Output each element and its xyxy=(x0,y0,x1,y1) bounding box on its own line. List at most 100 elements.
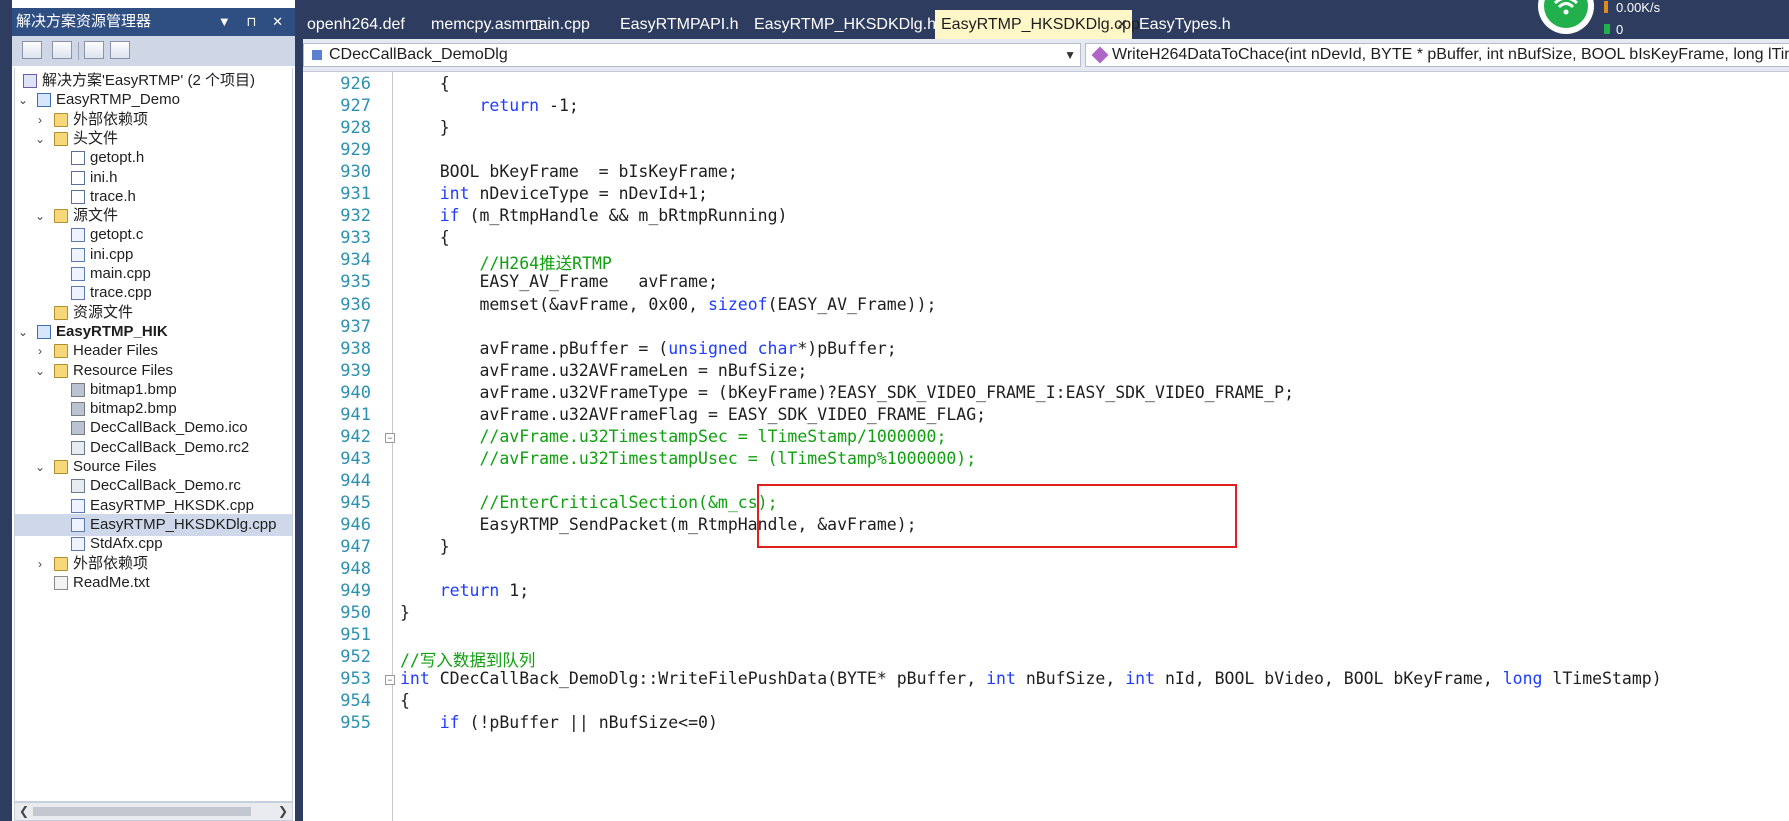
tab-label: EasyRTMPAPI.h xyxy=(620,16,739,33)
properties-icon[interactable] xyxy=(22,41,42,59)
folder-icon xyxy=(54,209,68,224)
solution-explorer-title-bar: 解决方案资源管理器 ▼ ⊓ ✕ xyxy=(12,8,295,36)
show-all-files-icon[interactable] xyxy=(52,41,72,59)
code-line[interactable]: //avFrame.u32TimestampUsec = (lTimeStamp… xyxy=(400,449,976,468)
battery-icon xyxy=(1604,24,1610,34)
code-editor[interactable]: 926 {927 return -1; 928 } 929 930 BOOL bKey… xyxy=(303,72,1789,821)
collapse-toggle-icon[interactable]: − xyxy=(385,432,395,443)
code-line[interactable]: { xyxy=(400,691,410,710)
comment-token: //写入数据到队列 xyxy=(400,651,536,671)
code-token: (m_RtmpHandle && m_bRtmpRunning) xyxy=(459,206,788,226)
line-number: 942 xyxy=(340,426,371,447)
code-line[interactable]: { xyxy=(400,228,450,247)
code-token: (!pBuffer || nBufSize<=0) xyxy=(459,713,718,733)
network-speed: 0.00K/s xyxy=(1616,0,1661,15)
code-line[interactable]: memset(&avFrame, 0x00, sizeof(EASY_AV_Fr… xyxy=(400,295,936,314)
tab-label: main.cpp xyxy=(525,16,590,33)
code-line[interactable]: //写入数据到队列 xyxy=(400,647,535,671)
code-line[interactable]: //H264推送RTMP xyxy=(400,250,611,274)
tab-easyrtmp-hksdkdlg-cpp[interactable]: EasyRTMP_HKSDKDlg.cpp ✕ xyxy=(935,10,1140,39)
panel-splitter[interactable] xyxy=(295,0,303,821)
code-line[interactable]: //avFrame.u32TimestampSec = lTimeStamp/1… xyxy=(400,427,946,446)
tree-item[interactable]: ReadMe.txt xyxy=(15,572,292,594)
view-code-icon[interactable] xyxy=(84,41,104,59)
tab-easyrtmp-hksdkdlg-h[interactable]: EasyRTMP_HKSDKDlg.h xyxy=(754,10,936,39)
code-line[interactable]: if (!pBuffer || nBufSize<=0) xyxy=(400,713,718,732)
tab-openh264-def[interactable]: openh264.def xyxy=(307,10,405,39)
navigation-bar: CDecCallBack_DemoDlg ▼ WriteH264DataToCh… xyxy=(303,39,1789,72)
code-line[interactable]: } xyxy=(400,603,410,622)
code-line[interactable]: } xyxy=(400,118,450,137)
horizontal-scrollbar[interactable]: ❮ ❯ xyxy=(14,802,293,821)
line-number: 951 xyxy=(340,625,371,646)
code-line[interactable]: BOOL bKeyFrame = bIsKeyFrame; xyxy=(400,162,738,181)
tab-main-cpp[interactable]: main.cpp xyxy=(525,10,590,39)
line-number: 926 xyxy=(340,74,371,94)
code-token: EasyRTMP_SendPacket(m_RtmpHandle, &avFra… xyxy=(400,515,917,534)
folder-icon xyxy=(54,344,68,359)
collapse-toggle-icon[interactable]: − xyxy=(385,675,395,686)
tab-easyrtmpapi-h[interactable]: EasyRTMPAPI.h xyxy=(620,10,739,39)
scrollbar-thumb[interactable] xyxy=(33,807,251,816)
tab-label: EasyRTMP_HKSDKDlg.cpp xyxy=(941,16,1140,33)
code-token: { xyxy=(400,228,450,248)
panel-title: 解决方案资源管理器 xyxy=(16,13,152,30)
code-token: nBufSize, xyxy=(1015,669,1126,689)
resource-file-icon xyxy=(71,440,85,455)
line-number: 932 xyxy=(340,206,371,227)
method-selector-dropdown[interactable]: WriteH264DataToChace(int nDevId, BYTE * … xyxy=(1085,43,1789,67)
code-token: memset(&avFrame, 0x00, xyxy=(400,294,708,314)
panel-title-buttons[interactable]: ▼ ⊓ ✕ xyxy=(218,8,289,36)
code-line[interactable]: { xyxy=(400,74,450,93)
close-tab-icon[interactable]: ✕ xyxy=(1116,10,1128,39)
cpp-file-icon xyxy=(71,498,85,513)
keyword-token: sizeof xyxy=(707,294,768,314)
code-line[interactable]: } xyxy=(400,537,450,556)
code-token: } xyxy=(400,603,410,623)
tree-item-label: ReadMe.txt xyxy=(73,573,150,591)
line-number: 940 xyxy=(340,382,371,403)
keyword-token: unsigned char xyxy=(668,338,798,358)
scroll-right-icon[interactable]: ❯ xyxy=(278,804,288,818)
tab-label: EasyTypes.h xyxy=(1139,16,1231,33)
scroll-left-icon[interactable]: ❮ xyxy=(19,804,29,818)
code-line[interactable]: avFrame.u32AVFrameLen = nBufSize; xyxy=(400,361,807,380)
code-line[interactable]: return -1; xyxy=(400,96,579,116)
tab-easytypes-h[interactable]: EasyTypes.h xyxy=(1139,10,1231,39)
line-number: 934 xyxy=(340,250,371,271)
code-line[interactable]: avFrame.pBuffer = (unsigned char*)pBuffe… xyxy=(400,338,896,358)
line-number: 937 xyxy=(340,316,371,337)
folder-icon xyxy=(54,112,68,127)
code-line[interactable]: int CDecCallBack_DemoDlg::WriteFilePushD… xyxy=(400,669,1662,688)
project-icon xyxy=(37,93,51,108)
chevron-down-icon[interactable]: ▼ xyxy=(1064,44,1076,66)
line-number: 947 xyxy=(340,537,371,558)
solution-tree: 解决方案'EasyRTMP' (2 个项目) ⌄ EasyRTMP_Demo › 外部依… xyxy=(14,68,293,802)
header-file-icon xyxy=(71,170,85,185)
code-line[interactable]: int nDeviceType = nDevId+1; xyxy=(400,184,708,203)
tab-label: openh264.def xyxy=(307,16,405,33)
code-line[interactable]: if (m_RtmpHandle && m_bRtmpRunning) xyxy=(400,206,788,226)
code-line[interactable]: avFrame.u32VFrameType = (bKeyFrame)?EASY… xyxy=(400,383,1294,402)
line-number: 927 xyxy=(340,96,371,117)
code-token: -1; xyxy=(539,96,579,116)
class-diagram-icon[interactable] xyxy=(110,41,130,59)
method-icon xyxy=(1091,46,1109,64)
dock-strip xyxy=(0,0,12,821)
code-line[interactable]: avFrame.u32AVFrameFlag = EASY_SDK_VIDEO_… xyxy=(400,405,986,424)
line-number: 944 xyxy=(340,470,371,491)
code-line[interactable]: return 1; xyxy=(400,581,529,600)
cpp-file-icon xyxy=(71,537,85,552)
class-selector-dropdown[interactable]: CDecCallBack_DemoDlg ▼ xyxy=(303,43,1081,67)
code-line[interactable]: EasyRTMP_SendPacket(m_RtmpHandle, &avFra… xyxy=(400,515,917,534)
code-line[interactable]: //EnterCriticalSection(&m_cs); xyxy=(400,493,777,512)
resource-file-icon xyxy=(71,479,85,494)
line-number: 954 xyxy=(340,691,371,712)
line-number: 941 xyxy=(340,404,371,425)
code-line[interactable]: EASY_AV_Frame avFrame; xyxy=(400,272,717,291)
